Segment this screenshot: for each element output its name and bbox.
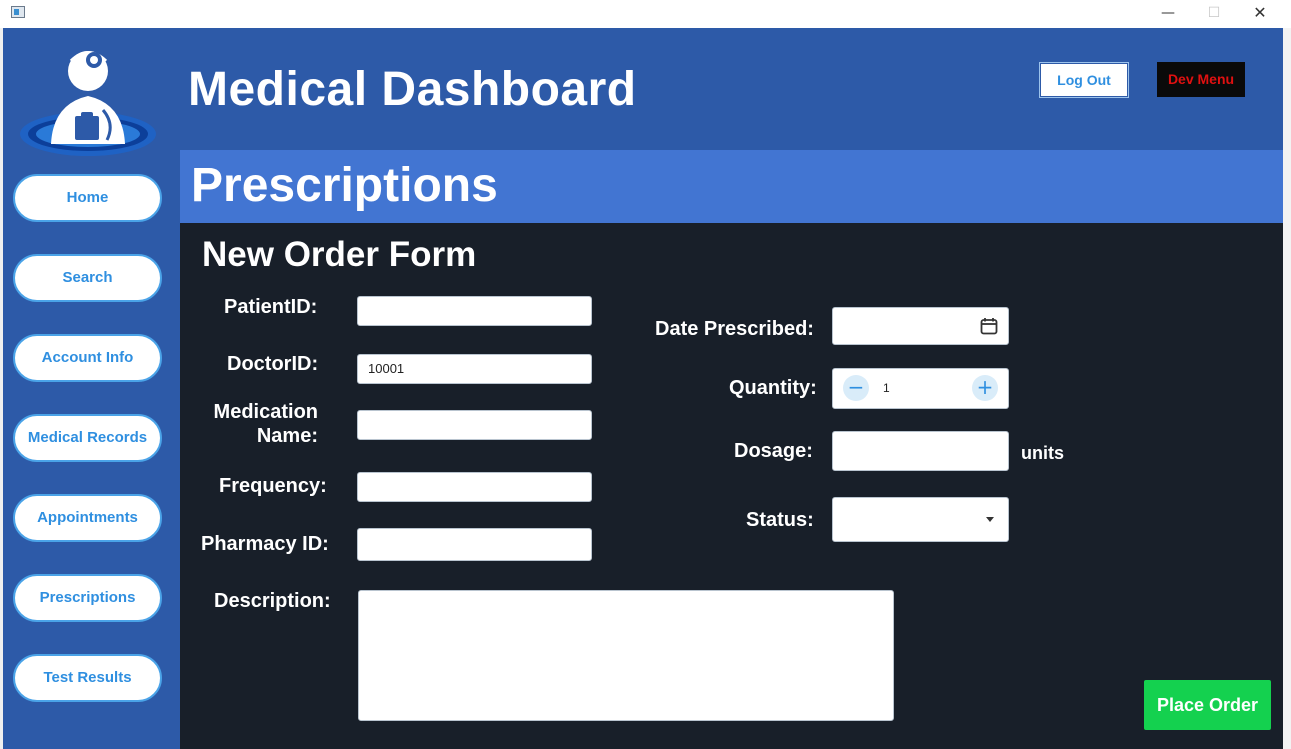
chevron-down-icon	[986, 517, 994, 522]
sidebar: Home Search Account Info Medical Records…	[3, 28, 180, 749]
app-icon	[11, 6, 25, 18]
patient-id-input[interactable]	[357, 296, 592, 326]
app-window: Home Search Account Info Medical Records…	[3, 28, 1283, 749]
place-order-button[interactable]: Place Order	[1144, 680, 1271, 730]
pharmacy-id-label: Pharmacy ID:	[201, 533, 329, 555]
doctor-id-input[interactable]: 10001	[357, 354, 592, 384]
maximize-icon[interactable]: ☐	[1191, 0, 1237, 28]
frequency-input[interactable]	[357, 472, 592, 502]
date-prescribed-picker[interactable]	[832, 307, 1009, 345]
increment-icon[interactable]: +	[972, 375, 998, 401]
window-titlebar: — ☐ ✕	[0, 0, 1291, 28]
doctor-logo-icon	[20, 51, 156, 156]
quantity-value: 1	[883, 381, 890, 395]
medication-name-label: Medication Name:	[210, 401, 318, 448]
medication-name-input[interactable]	[357, 410, 592, 440]
description-textarea[interactable]	[358, 590, 894, 721]
decrement-icon[interactable]: −	[843, 375, 869, 401]
medication-name-label-line2: Name:	[256, 425, 318, 447]
dosage-units-label: units	[1021, 443, 1064, 463]
window-edge	[1283, 28, 1291, 749]
form-title: New Order Form	[202, 235, 477, 274]
sidebar-item-prescriptions[interactable]: Prescriptions	[13, 574, 162, 622]
sidebar-item-test-results[interactable]: Test Results	[13, 654, 162, 702]
date-prescribed-label: Date Prescribed:	[655, 318, 814, 340]
status-dropdown[interactable]	[832, 497, 1009, 542]
sidebar-item-medical-records[interactable]: Medical Records	[13, 414, 162, 462]
pharmacy-id-input[interactable]	[357, 528, 592, 561]
doctor-id-label: DoctorID:	[227, 353, 319, 375]
close-icon[interactable]: ✕	[1237, 0, 1283, 28]
dosage-input[interactable]	[832, 431, 1009, 471]
logout-button[interactable]: Log Out	[1039, 62, 1129, 98]
status-label: Status:	[746, 509, 814, 531]
sidebar-item-appointments[interactable]: Appointments	[13, 494, 162, 542]
minimize-icon[interactable]: —	[1145, 0, 1191, 28]
quantity-label: Quantity:	[729, 377, 817, 399]
dosage-label: Dosage:	[734, 440, 813, 462]
medication-name-label-line1: Medication	[213, 401, 318, 423]
page-title: Prescriptions	[191, 159, 498, 212]
dev-menu-button[interactable]: Dev Menu	[1157, 62, 1245, 97]
sidebar-item-search[interactable]: Search	[13, 254, 162, 302]
sidebar-item-account-info[interactable]: Account Info	[13, 334, 162, 382]
description-label: Description:	[214, 590, 331, 612]
app-title: Medical Dashboard	[188, 63, 637, 116]
sidebar-item-home[interactable]: Home	[13, 174, 162, 222]
section-header: Prescriptions	[180, 150, 1283, 223]
quantity-stepper[interactable]: − 1 +	[832, 368, 1009, 409]
frequency-label: Frequency:	[219, 475, 327, 497]
calendar-icon[interactable]	[980, 317, 998, 335]
patient-id-label: PatientID:	[224, 296, 318, 318]
order-form-panel: New Order Form PatientID: DoctorID: 1000…	[180, 223, 1283, 749]
